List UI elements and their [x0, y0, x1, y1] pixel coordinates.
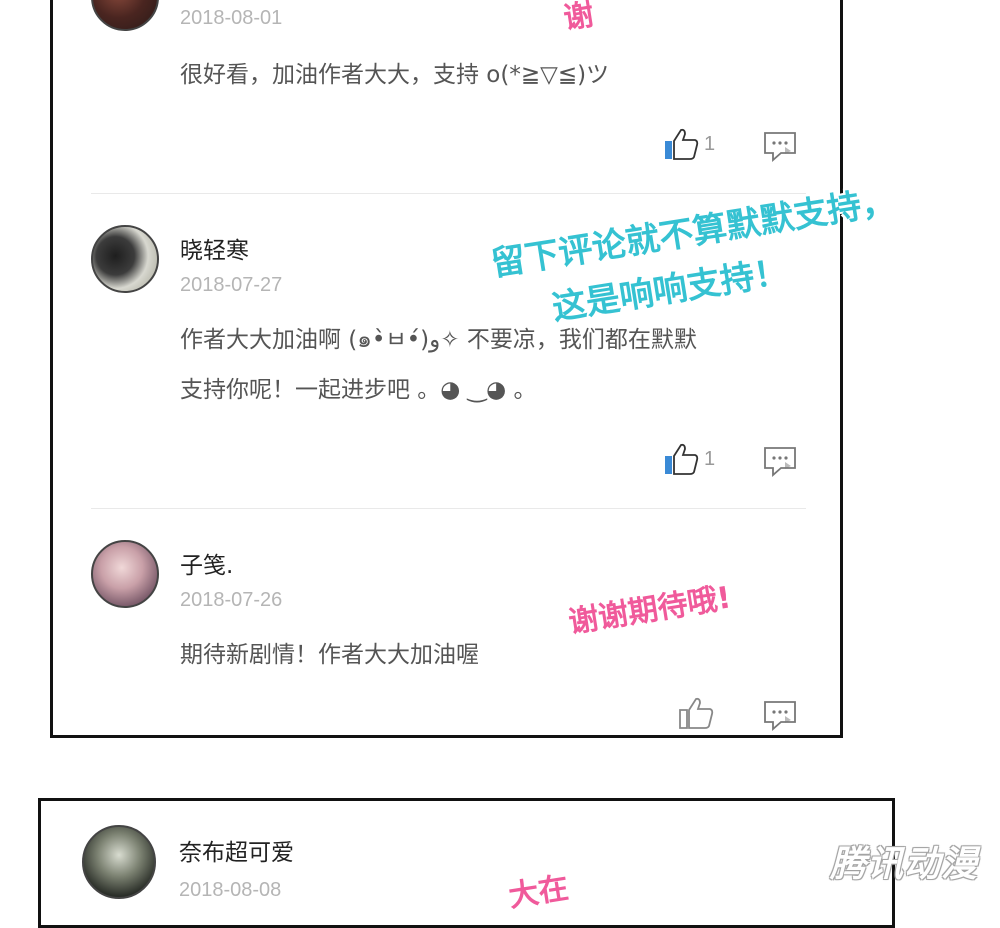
thumbs-up-icon[interactable] — [678, 696, 714, 730]
username[interactable]: 奈布超可爱 — [179, 833, 294, 867]
comment-date: 2018-08-08 — [179, 879, 282, 901]
thumbs-up-icon[interactable] — [663, 127, 699, 161]
comment-text: 作者大大加油啊 (๑•̀ㅂ•́)و✧ 不要凉，我们都在默默 — [180, 327, 697, 353]
overlay-pink-fragment-top: 谢 — [561, 0, 597, 37]
username[interactable]: 子笺. — [180, 546, 233, 580]
comment-bubble-icon[interactable] — [763, 130, 797, 162]
avatar[interactable] — [82, 825, 156, 899]
watermark-logo: 腾讯动漫 — [829, 844, 978, 885]
divider — [91, 508, 806, 509]
thumbs-up-icon[interactable] — [663, 442, 699, 476]
username[interactable]: 晓轻寒 — [180, 231, 249, 265]
comment-text: 期待新剧情！作者大大加油喔 — [180, 642, 479, 668]
avatar[interactable] — [91, 540, 159, 608]
comment-panel-top: 2018-08-01 很好看，加油作者大大，支持 o(*≧▽≦)ツ 1 晓轻寒 … — [50, 0, 843, 738]
comment-date: 2018-08-01 — [180, 7, 283, 29]
comment-text: 很好看，加油作者大大，支持 o(*≧▽≦)ツ — [180, 62, 610, 88]
comment-bubble-icon[interactable] — [763, 699, 797, 731]
comment-date: 2018-07-26 — [180, 589, 283, 611]
avatar[interactable] — [91, 225, 159, 293]
comment-bubble-icon[interactable] — [763, 445, 797, 477]
like-count: 1 — [704, 448, 716, 470]
divider — [91, 193, 806, 194]
comment-panel-bottom: 奈布超可爱 2018-08-08 — [38, 798, 895, 928]
like-count: 1 — [704, 133, 716, 155]
avatar[interactable] — [91, 0, 159, 31]
comment-date: 2018-07-27 — [180, 274, 283, 296]
comment-text: 支持你呢！一起进步吧 。◕ ‿◕ 。 — [180, 377, 537, 403]
overlay-pink-fragment-bottom: 大在 — [506, 870, 571, 915]
